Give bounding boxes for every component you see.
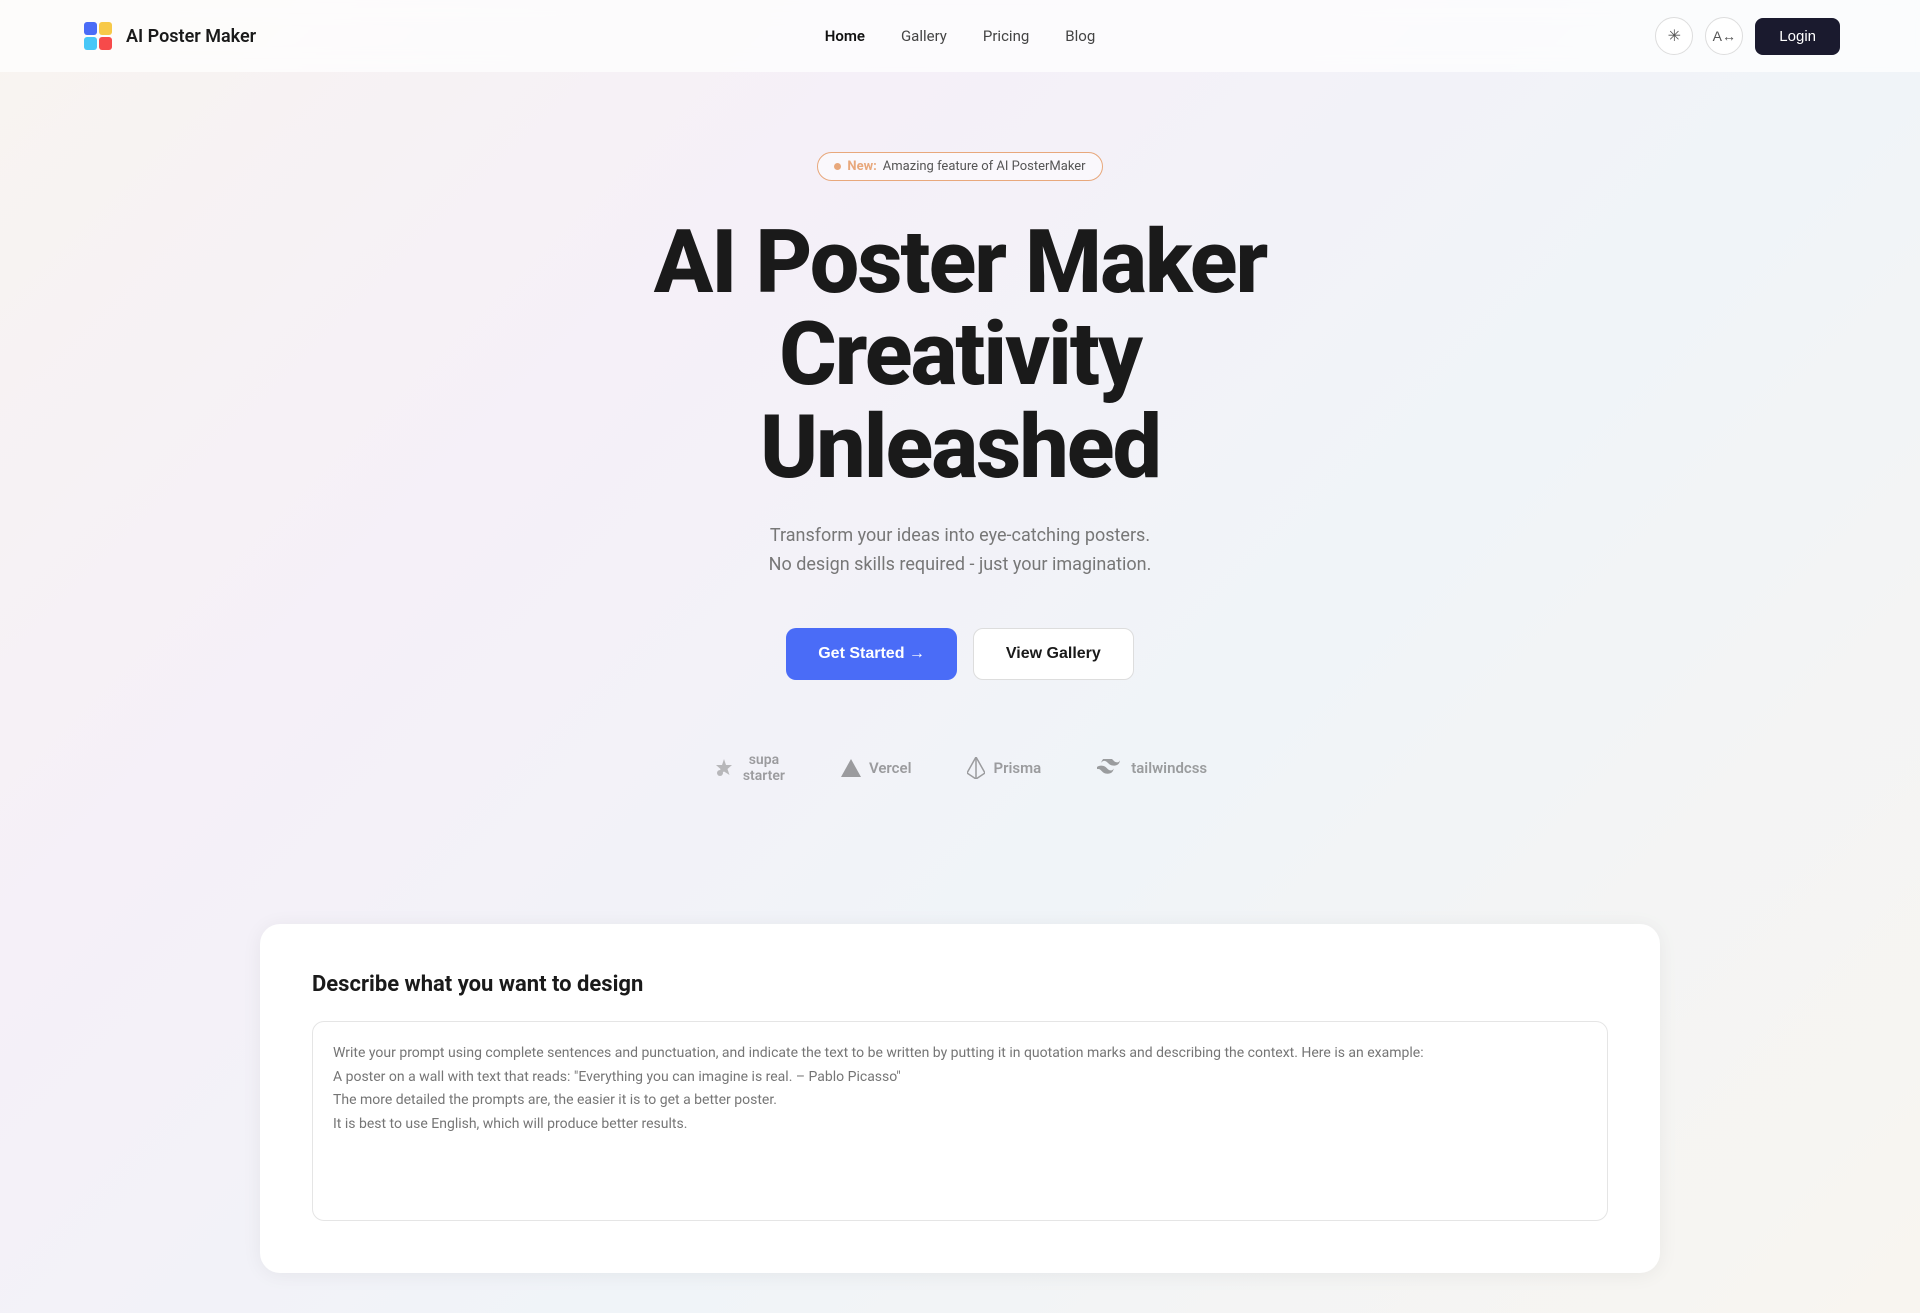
tailwindcss-label: tailwindcss [1131,759,1207,777]
brand-logos: supastarter Vercel Prisma tailwindcss [713,752,1207,784]
nav-right: ✳ A↔ Login [1655,17,1840,55]
navbar: AI Poster Maker Home Gallery Pricing Blo… [0,0,1920,72]
prisma-icon [967,757,985,779]
nav-home[interactable]: Home [825,27,865,45]
supastarter-label: supastarter [743,752,785,784]
badge-description: Amazing feature of AI PosterMaker [883,159,1086,174]
hero-title: AI Poster Maker Creativity Unleashed [654,217,1267,494]
hero-subtitle: Transform your ideas into eye-catching p… [769,522,1152,580]
hero-section: New: Amazing feature of AI PosterMaker A… [0,72,1920,924]
get-started-button[interactable]: Get Started → [786,628,957,680]
hero-buttons: Get Started → View Gallery [786,628,1134,680]
nav-links: Home Gallery Pricing Blog [825,27,1096,45]
logo[interactable]: AI Poster Maker [80,18,256,54]
badge-dot [834,163,841,170]
nav-blog[interactable]: Blog [1065,27,1095,45]
hero-subtitle-line1: Transform your ideas into eye-catching p… [770,525,1150,546]
login-button[interactable]: Login [1755,18,1840,55]
badge-new-label: New: [847,159,876,174]
hero-title-line1: AI Poster Maker [654,211,1267,314]
prompt-textarea[interactable] [312,1021,1608,1221]
translate-icon: A↔ [1713,28,1736,44]
logo-icon [80,18,116,54]
design-section: Describe what you want to design [260,924,1660,1273]
vercel-icon [841,759,861,777]
tailwind-icon [1097,759,1123,777]
hero-title-line2: Creativity [779,303,1141,406]
brand-supastarter: supastarter [713,752,785,784]
brand-prisma: Prisma [967,757,1041,779]
hero-title-line3: Unleashed [760,396,1160,499]
view-gallery-button[interactable]: View Gallery [973,628,1134,680]
brand-vercel: Vercel [841,759,912,777]
nav-gallery[interactable]: Gallery [901,27,947,45]
supastarter-icon [713,757,735,779]
design-section-title: Describe what you want to design [312,972,1608,997]
theme-toggle-button[interactable]: ✳ [1655,17,1693,55]
sun-icon: ✳ [1668,26,1681,46]
prisma-label: Prisma [993,759,1041,777]
new-badge: New: Amazing feature of AI PosterMaker [817,152,1102,181]
brand-tailwindcss: tailwindcss [1097,759,1207,777]
brand-name: AI Poster Maker [126,26,256,47]
vercel-label: Vercel [869,759,912,777]
nav-pricing[interactable]: Pricing [983,27,1029,45]
translate-button[interactable]: A↔ [1705,17,1743,55]
hero-subtitle-line2: No design skills required - just your im… [769,554,1152,575]
